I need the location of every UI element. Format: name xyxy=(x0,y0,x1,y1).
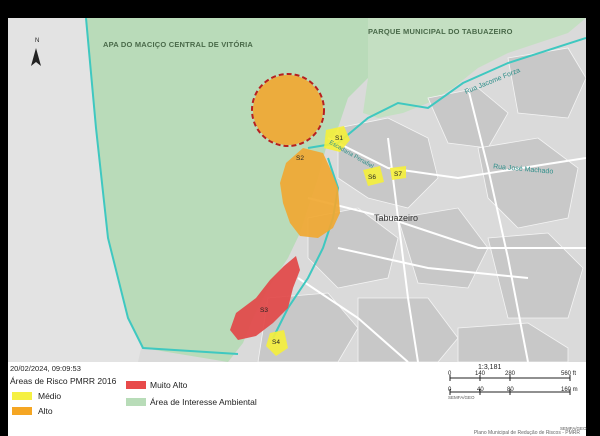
timestamp: 20/02/2024, 09:09:53 xyxy=(10,364,81,373)
scale-m-2: 80 xyxy=(507,387,514,393)
swatch-ambiental xyxy=(126,398,146,406)
label-apa: APA DO MACIÇO CENTRAL DE VITÓRIA xyxy=(103,40,254,49)
risk-map[interactable]: APA DO MACIÇO CENTRAL DE VITÓRIA PARQUE … xyxy=(8,18,586,362)
label-parque: PARQUE MUNICIPAL DO TABUAZEIRO xyxy=(368,27,513,36)
scale-ft-2: 280 xyxy=(505,371,516,377)
scale-m-3: 160 m xyxy=(561,387,578,393)
scale-ft-3: 560 ft xyxy=(561,371,577,377)
scale-m-1: 40 xyxy=(477,387,484,393)
legend-title: Áreas de Risco PMRR 2016 xyxy=(10,376,117,386)
source-left: SEMFA/GEO xyxy=(448,395,475,400)
label-s1: S1 xyxy=(335,135,343,142)
label-s6: S6 xyxy=(368,174,376,181)
map-canvas xyxy=(8,18,586,362)
scale-ft-0: 0 xyxy=(448,371,452,377)
screenshot-frame: APA DO MACIÇO CENTRAL DE VITÓRIA PARQUE … xyxy=(0,0,600,436)
north-label: N xyxy=(35,38,40,44)
map-legend: 20/02/2024, 09:09:53 Áreas de Risco PMRR… xyxy=(8,362,587,436)
legend-label-muito-alto: Muito Alto xyxy=(150,380,188,390)
swatch-alto xyxy=(12,407,32,415)
swatch-muito-alto xyxy=(126,381,146,389)
label-s7: S7 xyxy=(394,171,402,178)
map-credit: Plano Municipal de Redução de Riscos - P… xyxy=(473,430,580,436)
legend-label-medio: Médio xyxy=(38,391,62,401)
label-s4: S4 xyxy=(272,339,280,346)
label-bairro: Tabuazeiro xyxy=(374,213,419,223)
label-s2: S2 xyxy=(296,155,304,162)
legend-label-ambiental: Área de Interesse Ambiental xyxy=(150,397,257,407)
label-s3: S3 xyxy=(260,307,268,314)
scale-ratio: 1:3,181 xyxy=(478,364,502,371)
scale-ft-1: 140 xyxy=(475,371,486,377)
scale-m-0: 0 xyxy=(448,387,452,393)
swatch-medio xyxy=(12,392,32,400)
area-highlight-alto xyxy=(253,75,323,145)
legend-label-alto: Alto xyxy=(38,406,53,416)
